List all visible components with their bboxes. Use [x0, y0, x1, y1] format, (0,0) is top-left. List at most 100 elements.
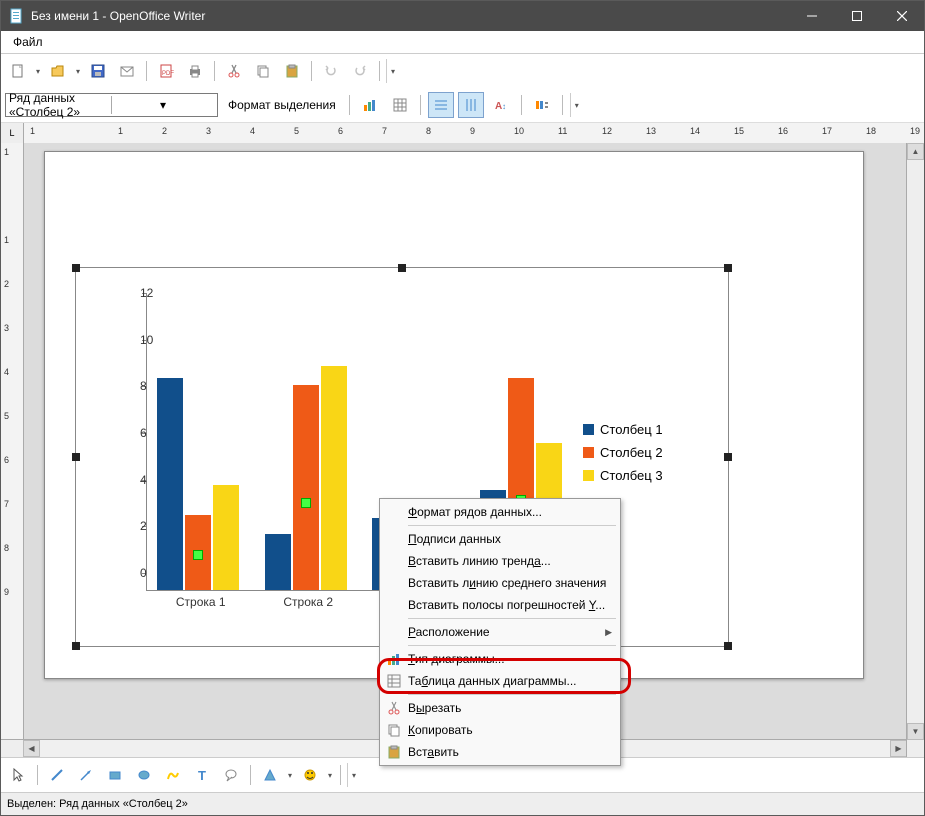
- resize-handle[interactable]: [724, 642, 732, 650]
- svg-text:T: T: [198, 768, 206, 783]
- ellipse-tool[interactable]: [131, 762, 157, 788]
- resize-handle[interactable]: [72, 453, 80, 461]
- svg-text:PDF: PDF: [162, 71, 174, 77]
- basic-shapes-tool[interactable]: [257, 762, 283, 788]
- vertical-scrollbar[interactable]: ▲ ▼: [906, 143, 924, 757]
- legend-item[interactable]: Столбец 3: [583, 468, 698, 483]
- legend-item[interactable]: Столбец 1: [583, 422, 698, 437]
- vgrid-button[interactable]: [458, 92, 484, 118]
- copy-icon: [384, 722, 404, 738]
- bar[interactable]: [185, 515, 211, 590]
- status-text: Выделен: Ряд данных «Столбец 2»: [7, 798, 188, 810]
- draw-toolbar-overflow[interactable]: ▾: [347, 763, 360, 787]
- titlebar: Без имени 1 - OpenOffice Writer: [1, 1, 924, 31]
- cut-icon: [384, 700, 404, 716]
- legend-swatch: [583, 424, 594, 435]
- resize-handle[interactable]: [724, 264, 732, 272]
- cm-insert-mean[interactable]: Вставить линию среднего значения: [380, 572, 620, 594]
- cm-paste[interactable]: Вставить: [380, 741, 620, 763]
- paste-icon: [384, 744, 404, 760]
- resize-handle[interactable]: [72, 642, 80, 650]
- x-category-label: Строка 1: [157, 595, 245, 609]
- format-selection-button[interactable]: Формат выделения: [222, 98, 342, 112]
- bar[interactable]: [213, 485, 239, 590]
- legend-button[interactable]: [529, 92, 555, 118]
- scroll-left-button[interactable]: ◀: [23, 740, 40, 757]
- legend-swatch: [583, 447, 594, 458]
- format-toolbar-overflow[interactable]: ▾: [570, 93, 583, 117]
- save-button[interactable]: [85, 58, 111, 84]
- rect-tool[interactable]: [102, 762, 128, 788]
- line-tool[interactable]: [44, 762, 70, 788]
- symbol-shapes-tool[interactable]: [297, 762, 323, 788]
- scroll-down-button[interactable]: ▼: [907, 723, 924, 740]
- arrow-tool[interactable]: [73, 762, 99, 788]
- scroll-up-button[interactable]: ▲: [907, 143, 924, 160]
- bar[interactable]: [321, 366, 347, 590]
- cm-format-series[interactable]: Формат рядов данных...: [380, 501, 620, 523]
- cut-button[interactable]: [221, 58, 247, 84]
- bar[interactable]: [265, 534, 291, 590]
- toolbar-overflow[interactable]: ▾: [386, 59, 399, 83]
- selection-combo[interactable]: Ряд данных «Столбец 2» ▾: [5, 93, 218, 117]
- chart-type-icon: [384, 651, 404, 667]
- x-category-label: Строка 2: [265, 595, 353, 609]
- chart-data-button[interactable]: [387, 92, 413, 118]
- hgrid-button[interactable]: [428, 92, 454, 118]
- cm-insert-error[interactable]: Вставить полосы погрешностей Y...: [380, 594, 620, 616]
- bar[interactable]: [293, 385, 319, 590]
- freeform-tool[interactable]: [160, 762, 186, 788]
- format-toolbar: Ряд данных «Столбец 2» ▾ Формат выделени…: [1, 88, 924, 123]
- menu-file[interactable]: Файл: [7, 33, 49, 51]
- cm-cut[interactable]: Вырезать: [380, 697, 620, 719]
- selection-marker: [193, 550, 203, 560]
- cm-copy[interactable]: Копировать: [380, 719, 620, 741]
- open-button[interactable]: [45, 58, 71, 84]
- context-menu: Формат рядов данных... Подписи данных Вс…: [379, 498, 621, 766]
- menubar: Файл: [1, 31, 924, 54]
- horizontal-ruler[interactable]: 112345678910111213141516171819: [24, 123, 924, 144]
- print-button[interactable]: [182, 58, 208, 84]
- data-table-icon: [384, 673, 404, 689]
- undo-button[interactable]: [318, 58, 344, 84]
- cm-arrangement[interactable]: Расположение▶: [380, 621, 620, 643]
- legend-label: Столбец 1: [600, 422, 663, 437]
- new-dropdown[interactable]: ▾: [34, 59, 42, 83]
- new-button[interactable]: [5, 58, 31, 84]
- copy-button[interactable]: [250, 58, 276, 84]
- ruler-corner: L: [1, 123, 24, 144]
- cm-insert-trend[interactable]: Вставить линию тренда...: [380, 550, 620, 572]
- callout-tool[interactable]: [218, 762, 244, 788]
- app-icon: [9, 8, 25, 24]
- paste-button[interactable]: [279, 58, 305, 84]
- text-tool[interactable]: T: [189, 762, 215, 788]
- standard-toolbar: ▾ ▾ PDF ▾: [1, 54, 924, 88]
- bar[interactable]: [157, 378, 183, 590]
- close-button[interactable]: [879, 1, 924, 31]
- window-title: Без имени 1 - OpenOffice Writer: [31, 9, 789, 23]
- pdf-export-button[interactable]: PDF: [153, 58, 179, 84]
- resize-handle[interactable]: [724, 453, 732, 461]
- minimize-button[interactable]: [789, 1, 834, 31]
- scroll-right-button[interactable]: ▶: [890, 740, 907, 757]
- vertical-ruler[interactable]: 1123456789: [1, 143, 24, 739]
- cm-data-table[interactable]: Таблица данных диаграммы...: [380, 670, 620, 692]
- legend-label: Столбец 2: [600, 445, 663, 460]
- select-tool[interactable]: [5, 762, 31, 788]
- axis-labels-button[interactable]: A↕: [488, 92, 514, 118]
- redo-button[interactable]: [347, 58, 373, 84]
- resize-handle[interactable]: [72, 264, 80, 272]
- resize-handle[interactable]: [398, 264, 406, 272]
- cm-data-labels[interactable]: Подписи данных: [380, 528, 620, 550]
- open-dropdown[interactable]: ▾: [74, 59, 82, 83]
- legend-swatch: [583, 470, 594, 481]
- cm-chart-type[interactable]: Тип диаграммы...: [380, 648, 620, 670]
- legend-item[interactable]: Столбец 2: [583, 445, 698, 460]
- email-button[interactable]: [114, 58, 140, 84]
- app-window: Без имени 1 - OpenOffice Writer Файл ▾ ▾…: [0, 0, 925, 816]
- svg-text:↕: ↕: [502, 102, 506, 111]
- chart-type-button[interactable]: [357, 92, 383, 118]
- maximize-button[interactable]: [834, 1, 879, 31]
- selection-combo-value: Ряд данных «Столбец 2»: [9, 91, 111, 119]
- selection-marker: [301, 498, 311, 508]
